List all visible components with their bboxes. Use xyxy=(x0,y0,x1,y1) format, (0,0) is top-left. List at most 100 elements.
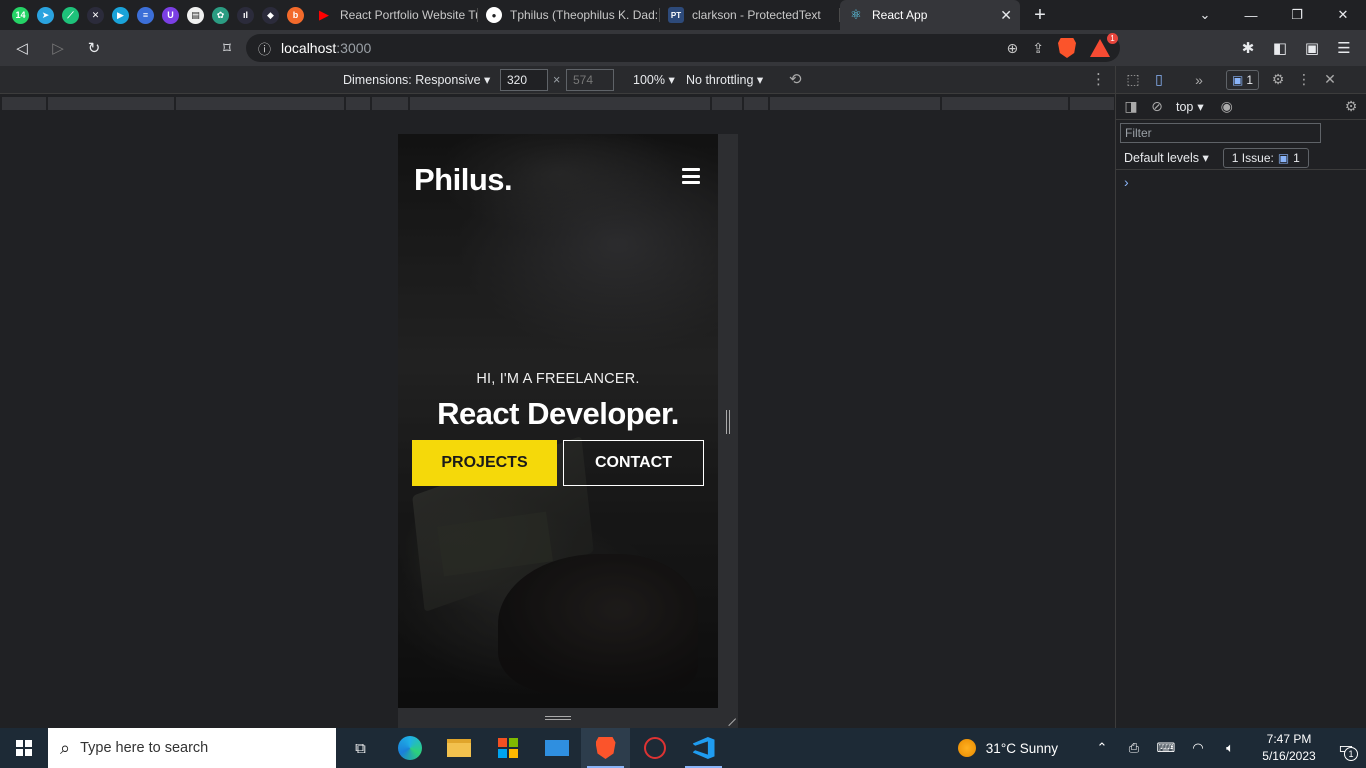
tab-search-icon[interactable]: ⌄ xyxy=(1182,0,1228,30)
pinned-tab[interactable]: 14 xyxy=(8,0,33,30)
site-info-icon[interactable]: ⓘ xyxy=(258,39,271,58)
browser-tab[interactable]: ● Tphilus (Theophilus K. Dad: xyxy=(478,0,660,30)
pinned-tab[interactable]: ◆ xyxy=(258,0,283,30)
edge-icon[interactable] xyxy=(385,728,434,768)
pinned-tab[interactable]: ıl xyxy=(233,0,258,30)
site-logo[interactable]: Philus. xyxy=(414,162,513,198)
brave-rewards-icon[interactable] xyxy=(1090,39,1110,57)
media-query-bar[interactable] xyxy=(0,95,1115,112)
mail-icon[interactable] xyxy=(532,728,581,768)
meet-now-icon[interactable]: ⎙ xyxy=(1118,740,1150,756)
show-hidden-icons-icon[interactable]: ⌃ xyxy=(1086,740,1118,756)
console-settings-icon[interactable]: ⚙ xyxy=(1338,94,1364,120)
notification-center-icon[interactable]: ▭1 xyxy=(1326,728,1366,768)
resize-handle-bottom[interactable] xyxy=(398,708,738,728)
console-prompt[interactable]: › xyxy=(1116,170,1366,194)
window-controls: ⌄ — ❐ ✕ xyxy=(1182,0,1366,30)
windows-taskbar: ⌕ Type here to search ⧉ 31°C Sunny ⌃ ⎙ ⌨ … xyxy=(0,728,1366,768)
default-levels-dropdown[interactable]: Default levels ▾ xyxy=(1124,150,1209,165)
close-devtools-icon[interactable]: ✕ xyxy=(1317,67,1343,93)
pinned-tab[interactable]: ✕ xyxy=(83,0,108,30)
live-expression-icon[interactable]: ◉ xyxy=(1214,94,1240,120)
throttling-dropdown[interactable]: No throttling ▾ xyxy=(686,72,763,87)
hero-subtitle: HI, I'M A FREELANCER. xyxy=(476,371,640,387)
rotate-icon[interactable]: ⟲ xyxy=(789,70,802,88)
hamburger-menu-icon[interactable] xyxy=(682,168,700,184)
device-toggle-icon[interactable]: ▯ xyxy=(1146,67,1172,93)
more-options-icon[interactable]: ⋮ xyxy=(1091,70,1106,88)
system-tray: 31°C Sunny ⌃ ⎙ ⌨ ◠ 🔈︎ 7:47 PM5/16/2023 ▭… xyxy=(957,728,1366,768)
pinned-tab[interactable]: ⟋ xyxy=(58,0,83,30)
pinned-tab[interactable]: ➤ xyxy=(33,0,58,30)
resize-corner-icon[interactable] xyxy=(721,711,737,727)
console-sidebar-icon[interactable]: ◨ xyxy=(1118,94,1144,120)
start-button[interactable] xyxy=(0,728,48,768)
devtools-menu-icon[interactable]: ⋮ xyxy=(1291,67,1317,93)
wallet-icon[interactable]: ▣ xyxy=(1296,32,1328,64)
vscode-icon[interactable] xyxy=(679,728,728,768)
clock[interactable]: 7:47 PM 5/16/2023 xyxy=(1252,731,1326,765)
chatgpt-icon: ✿ xyxy=(212,6,229,24)
menu-icon[interactable]: ☰ xyxy=(1328,32,1360,64)
dimension-separator: × xyxy=(553,73,561,87)
dimensions-dropdown[interactable]: Dimensions: Responsive ▾ xyxy=(343,72,490,87)
clear-console-icon[interactable]: ⊘ xyxy=(1144,94,1170,120)
new-tab-button[interactable]: + xyxy=(1020,4,1060,27)
pinned-tab[interactable]: ▶ xyxy=(108,0,133,30)
taskbar-search[interactable]: ⌕ Type here to search xyxy=(48,728,336,768)
share-icon[interactable]: ⇪ xyxy=(1032,40,1044,57)
address-bar[interactable]: ⓘ localhost:3000 ⊕ ⇪ xyxy=(246,34,1120,62)
store-icon[interactable] xyxy=(483,728,532,768)
volume-icon[interactable]: 🔈︎ xyxy=(1214,740,1246,756)
width-input[interactable]: 320 xyxy=(500,69,548,91)
brave-taskbar-icon[interactable] xyxy=(581,728,630,768)
issues-counter[interactable]: ▣ 1 xyxy=(1226,69,1260,90)
language-icon[interactable]: ⌨ xyxy=(1150,740,1182,756)
browser-tab[interactable]: ▶ React Portfolio Website Tut xyxy=(308,0,478,30)
issues-button[interactable]: 1 Issue: ▣ 1 xyxy=(1222,147,1309,168)
more-tabs-icon[interactable]: » xyxy=(1186,67,1212,93)
browser-tab[interactable]: ⚛ React App ✕ xyxy=(840,0,1020,30)
browser-tab[interactable]: PT clarkson - ProtectedText xyxy=(660,0,840,30)
forward-button[interactable]: ▷ xyxy=(42,32,74,64)
inspect-element-icon[interactable]: ⬚ xyxy=(1120,67,1146,93)
wifi-icon[interactable]: ◠ xyxy=(1182,740,1214,756)
browser-toolbar: ◁ ▷ ↻ ⌑ ⓘ localhost:3000 ⊕ ⇪ 1 ✱ ◧ ▣ ☰ xyxy=(0,30,1366,66)
pinned-tab[interactable]: U xyxy=(158,0,183,30)
back-button[interactable]: ◁ xyxy=(6,32,38,64)
file-explorer-icon[interactable] xyxy=(434,728,483,768)
zoom-icon[interactable]: ⊕ xyxy=(1007,40,1019,57)
task-view-icon[interactable]: ⧉ xyxy=(336,728,385,768)
app-red-icon[interactable] xyxy=(630,728,679,768)
extensions-icon[interactable]: ✱ xyxy=(1232,32,1264,64)
telegram-icon: ➤ xyxy=(37,6,54,24)
resize-handle-right[interactable] xyxy=(718,134,738,708)
close-window-button[interactable]: ✕ xyxy=(1320,0,1366,30)
play-icon: ▶ xyxy=(112,6,129,24)
tab-title: Tphilus (Theophilus K. Dad: xyxy=(510,8,659,22)
devtools-panel: ⬚ ▯ » ▣ 1 ⚙ ⋮ ✕ ◨ ⊘ top ▾ ◉ ⚙ Filter Defa… xyxy=(1115,66,1366,728)
brave-shields-icon[interactable] xyxy=(1058,38,1076,58)
context-selector[interactable]: top ▾ xyxy=(1176,99,1204,115)
height-input[interactable]: 574 xyxy=(566,69,614,91)
zoom-dropdown[interactable]: 100% ▾ xyxy=(633,72,675,87)
weather-text[interactable]: 31°C Sunny xyxy=(986,741,1058,756)
b-icon: b xyxy=(287,6,304,24)
contact-button[interactable]: CONTACT xyxy=(563,440,704,486)
settings-icon[interactable]: ⚙ xyxy=(1265,67,1291,93)
console-filter-input[interactable]: Filter xyxy=(1120,123,1321,143)
reload-button[interactable]: ↻ xyxy=(78,32,110,64)
app-icon: ⟋ xyxy=(62,6,79,24)
pinned-tab[interactable]: ▤ xyxy=(183,0,208,30)
projects-button[interactable]: PROJECTS xyxy=(412,440,557,486)
pinned-tab[interactable]: ✿ xyxy=(208,0,233,30)
bookmark-icon[interactable]: ⌑ xyxy=(211,32,243,64)
pinned-tab[interactable]: ≡ xyxy=(133,0,158,30)
restore-button[interactable]: ❐ xyxy=(1274,0,1320,30)
close-tab-icon[interactable]: ✕ xyxy=(992,7,1012,24)
github-icon: ● xyxy=(486,7,502,23)
sidebar-icon[interactable]: ◧ xyxy=(1264,32,1296,64)
pinned-tab[interactable]: b xyxy=(283,0,308,30)
minimize-button[interactable]: — xyxy=(1228,0,1274,30)
rewards-badge: 1 xyxy=(1107,33,1118,44)
